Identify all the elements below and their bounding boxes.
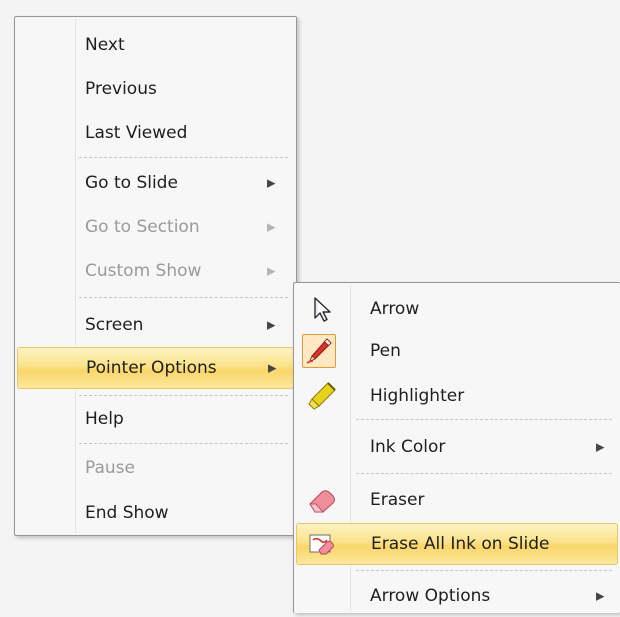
menu-item-pen[interactable]: Pen — [296, 330, 618, 372]
menu-item-next[interactable]: Next — [17, 24, 294, 66]
eraser-icon — [306, 484, 338, 516]
menu-item-pause-label: Pause — [85, 458, 135, 478]
menu-item-eraser[interactable]: Eraser — [296, 479, 618, 521]
menu-item-end-show-label: End Show — [85, 503, 169, 523]
menu-item-arrow-label: Arrow — [370, 299, 420, 319]
menu-separator — [356, 570, 612, 571]
menu-item-arrow-options-label: Arrow Options — [370, 586, 491, 606]
menu-item-pause: Pause — [17, 447, 294, 489]
menu-separator — [79, 443, 288, 444]
menu-item-erase-all-ink-label: Erase All Ink on Slide — [371, 534, 550, 554]
submenu-arrow-icon: ▶ — [596, 440, 605, 454]
menu-item-go-to-section-label: Go to Section — [85, 217, 200, 237]
submenu-arrow-icon: ▶ — [268, 361, 277, 375]
submenu-arrow-icon: ▶ — [267, 220, 276, 234]
pointer-options-submenu: Arrow Pen Highlighter Ink Color ▶ Eraser… — [293, 282, 620, 613]
menu-item-pointer-options[interactable]: Pointer Options ▶ — [17, 347, 294, 389]
menu-item-previous[interactable]: Previous — [17, 68, 294, 110]
menu-item-highlighter-label: Highlighter — [370, 386, 465, 406]
menu-separator — [79, 157, 288, 158]
slide-show-context-menu: Next Previous Last Viewed Go to Slide ▶ … — [14, 16, 297, 536]
menu-item-pointer-options-label: Pointer Options — [86, 358, 217, 378]
menu-item-go-to-section: Go to Section ▶ — [17, 206, 294, 248]
menu-item-go-to-slide[interactable]: Go to Slide ▶ — [17, 162, 294, 204]
menu-separator — [79, 297, 288, 298]
highlighter-icon — [306, 380, 338, 412]
submenu-arrow-icon: ▶ — [596, 589, 605, 603]
menu-item-next-label: Next — [85, 35, 125, 55]
menu-item-arrow[interactable]: Arrow — [296, 288, 618, 330]
menu-item-erase-all-ink[interactable]: Erase All Ink on Slide — [296, 523, 618, 565]
menu-separator — [356, 419, 612, 420]
menu-item-highlighter[interactable]: Highlighter — [296, 375, 618, 417]
menu-item-arrow-options[interactable]: Arrow Options ▶ — [296, 575, 618, 617]
menu-item-eraser-label: Eraser — [370, 490, 425, 510]
menu-item-previous-label: Previous — [85, 79, 157, 99]
menu-item-ink-color-label: Ink Color — [370, 437, 446, 457]
menu-item-screen-label: Screen — [85, 315, 144, 335]
submenu-arrow-icon: ▶ — [267, 264, 276, 278]
submenu-arrow-icon: ▶ — [267, 176, 276, 190]
menu-separator — [79, 395, 288, 396]
submenu-arrow-icon: ▶ — [267, 318, 276, 332]
erase-all-ink-icon — [305, 528, 337, 560]
menu-item-help[interactable]: Help — [17, 398, 294, 440]
menu-item-screen[interactable]: Screen ▶ — [17, 304, 294, 346]
arrow-cursor-icon — [306, 293, 338, 325]
menu-item-end-show[interactable]: End Show — [17, 492, 294, 534]
pen-icon — [303, 335, 335, 367]
menu-item-ink-color[interactable]: Ink Color ▶ — [296, 426, 618, 468]
menu-item-custom-show: Custom Show ▶ — [17, 250, 294, 292]
menu-item-pen-label: Pen — [370, 341, 401, 361]
menu-item-last-viewed[interactable]: Last Viewed — [17, 112, 294, 154]
menu-separator — [356, 473, 612, 474]
menu-item-help-label: Help — [85, 409, 124, 429]
menu-item-custom-show-label: Custom Show — [85, 261, 202, 281]
menu-item-go-to-slide-label: Go to Slide — [85, 173, 178, 193]
menu-item-last-viewed-label: Last Viewed — [85, 123, 188, 143]
